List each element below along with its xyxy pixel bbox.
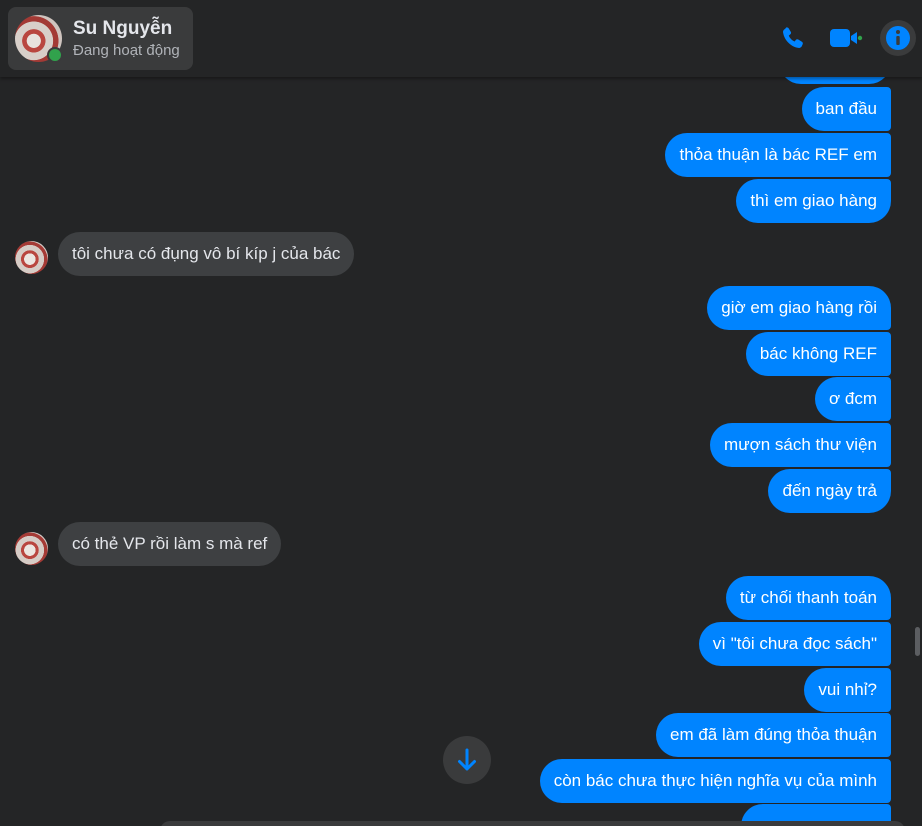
message-composer[interactable] [160,821,905,826]
video-call-button[interactable] [827,20,863,56]
active-status-text: Đang hoạt động [73,42,180,59]
message-bubble-sent[interactable]: bác không REF [745,332,891,376]
message-bubble-sent[interactable]: còn bác chưa thực hiện nghĩa vụ của mình [539,759,891,803]
phone-icon [783,27,803,48]
message-bubble-sent[interactable]: từ chối thanh toán [725,576,891,620]
message-bubble-sent[interactable]: thì em giao hàng [736,179,891,223]
message-bubble-sent[interactable]: thỏa thuận là bác REF em [665,133,891,177]
message-bubble-sent[interactable]: giờ em giao hàng rồi [707,286,891,330]
message-bubble-received[interactable]: có thẻ VP rồi làm s mà ref [58,522,282,566]
online-status-dot [47,47,63,63]
scrollbar-thumb[interactable] [915,627,920,656]
message-bubble-received[interactable]: tôi chưa có đụng vô bí kíp j của bác [58,232,355,276]
message-list[interactable]: ban đầu thỏa thuận là bác REF em thì em … [0,0,922,826]
contact-name: Su Nguyễn [73,18,173,39]
arrow-down-icon [458,748,476,771]
voice-call-button[interactable] [775,20,811,56]
info-icon [886,26,910,50]
message-bubble-sent[interactable]: ơ đcm [815,377,891,421]
message-bubble-sent[interactable]: ban đầu [801,87,891,131]
contact-card[interactable]: Su Nguyễn Đang hoạt động [8,7,193,70]
contact-avatar-small[interactable] [15,532,48,565]
message-bubble-sent[interactable]: mượn sách thư viện [710,423,891,467]
message-bubble-sent[interactable]: vui nhỉ? [804,668,891,712]
message-bubble-sent[interactable]: em đã làm đúng thỏa thuận [656,713,891,757]
message-bubble-sent[interactable]: vì "tôi chưa đọc sách" [698,622,891,666]
contact-avatar-small[interactable] [15,241,48,274]
chat-header: Su Nguyễn Đang hoạt động [0,0,922,77]
scroll-to-bottom-button[interactable] [443,736,491,784]
message-bubble-sent[interactable]: đến ngày trả [768,469,891,513]
conversation-info-button[interactable] [880,20,916,56]
video-camera-icon [830,29,863,47]
messenger-chat-window: ban đầu thỏa thuận là bác REF em thì em … [0,0,922,826]
